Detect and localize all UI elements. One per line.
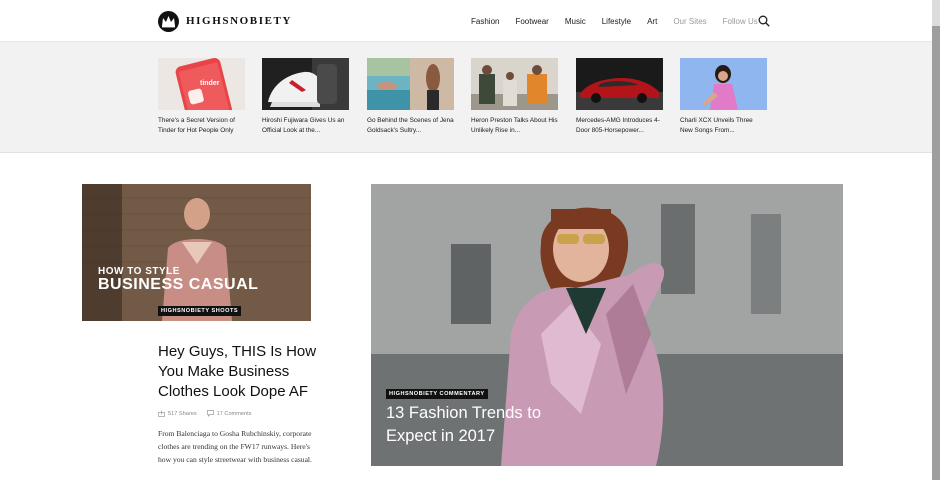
trending-card-mercedes[interactable]: Mercedes-AMG Introduces 4-Door 805-Horse… xyxy=(576,58,663,136)
left-article-excerpt: From Balenciaga to Gosha Rubchinskiy, co… xyxy=(158,429,312,464)
nav-art[interactable]: Art xyxy=(647,17,657,26)
trending-card-pool[interactable]: Go Behind the Scenes of Jena Goldsack's … xyxy=(367,58,454,136)
right-article-headline[interactable]: 13 Fashion Trends to Expect in 2017 xyxy=(386,402,556,448)
nav-our-sites[interactable]: Our Sites xyxy=(673,17,706,26)
category-tag-commentary[interactable]: HIGHSNOBIETY COMMENTARY xyxy=(386,389,488,399)
trending-card-charli[interactable]: Charli XCX Unveils Three New Songs From.… xyxy=(680,58,767,136)
trending-title-6[interactable]: Charli XCX Unveils Three New Songs From.… xyxy=(680,116,767,136)
business-casual-hero-image[interactable]: HOW TO STYLE BUSINESS CASUAL HIGHSNOBIET… xyxy=(82,184,311,321)
heron-preston-image[interactable] xyxy=(471,58,558,110)
mercedes-car-image[interactable] xyxy=(576,58,663,110)
comment-count[interactable]: 17 Comments xyxy=(217,411,252,417)
tinder-logo-text: tinder xyxy=(200,80,220,87)
logo-wordmark: HIGHSNOBIETY xyxy=(186,15,293,27)
scrollbar-thumb[interactable] xyxy=(932,26,940,480)
nav-music[interactable]: Music xyxy=(565,17,586,26)
share-count: 517 Shares xyxy=(168,410,197,417)
sneaker-image[interactable] xyxy=(262,58,349,110)
crown-logo-icon xyxy=(158,10,179,32)
pool-photoshoot-image[interactable] xyxy=(367,58,454,110)
share-icon[interactable] xyxy=(158,410,165,417)
nav-follow-us[interactable]: Follow Us xyxy=(723,17,758,26)
trending-card-heron[interactable]: Heron Preston Talks About His Unlikely R… xyxy=(471,58,558,136)
trending-title-3[interactable]: Go Behind the Scenes of Jena Goldsack's … xyxy=(367,116,454,136)
featured-article-right[interactable]: HIGHSNOBIETY COMMENTARY 13 Fashion Trend… xyxy=(371,184,843,466)
trending-card-sneaker[interactable]: Hiroshi Fujiwara Gives Us an Official Lo… xyxy=(262,58,349,136)
nav-footwear[interactable]: Footwear xyxy=(515,17,548,26)
page-scrollbar[interactable] xyxy=(932,0,940,480)
search-icon[interactable] xyxy=(758,15,770,27)
hero-overlay-line-2: BUSINESS CASUAL xyxy=(98,276,259,293)
site-header: HIGHSNOBIETY Fashion Footwear Music Life… xyxy=(0,0,932,42)
article-meta: 517 Shares 17 Comments xyxy=(158,410,251,417)
charli-xcx-image[interactable] xyxy=(680,58,767,110)
trending-title-1[interactable]: There's a Secret Version of Tinder for H… xyxy=(158,116,245,136)
trending-title-4[interactable]: Heron Preston Talks About His Unlikely R… xyxy=(471,116,558,136)
nav-lifestyle[interactable]: Lifestyle xyxy=(602,17,631,26)
trending-card-tinder[interactable]: tinder There's a Secret Version of Tinde… xyxy=(158,58,245,136)
tinder-phone-image[interactable]: tinder xyxy=(158,58,245,110)
trending-strip: tinder There's a Secret Version of Tinde… xyxy=(0,42,932,153)
trending-title-5[interactable]: Mercedes-AMG Introduces 4-Door 805-Horse… xyxy=(576,116,663,136)
site-logo[interactable]: HIGHSNOBIETY xyxy=(158,10,292,32)
featured-article-left: HOW TO STYLE BUSINESS CASUAL HIGHSNOBIET… xyxy=(82,184,316,464)
comment-icon[interactable] xyxy=(206,410,214,417)
left-article-headline[interactable]: Hey Guys, THIS Is How You Make Business … xyxy=(158,342,318,402)
category-tag-shoots[interactable]: HIGHSNOBIETY SHOOTS xyxy=(158,306,242,316)
main-nav: Fashion Footwear Music Lifestyle Art Our… xyxy=(471,0,774,42)
nav-fashion[interactable]: Fashion xyxy=(471,17,499,26)
trending-title-2[interactable]: Hiroshi Fujiwara Gives Us an Official Lo… xyxy=(262,116,349,136)
